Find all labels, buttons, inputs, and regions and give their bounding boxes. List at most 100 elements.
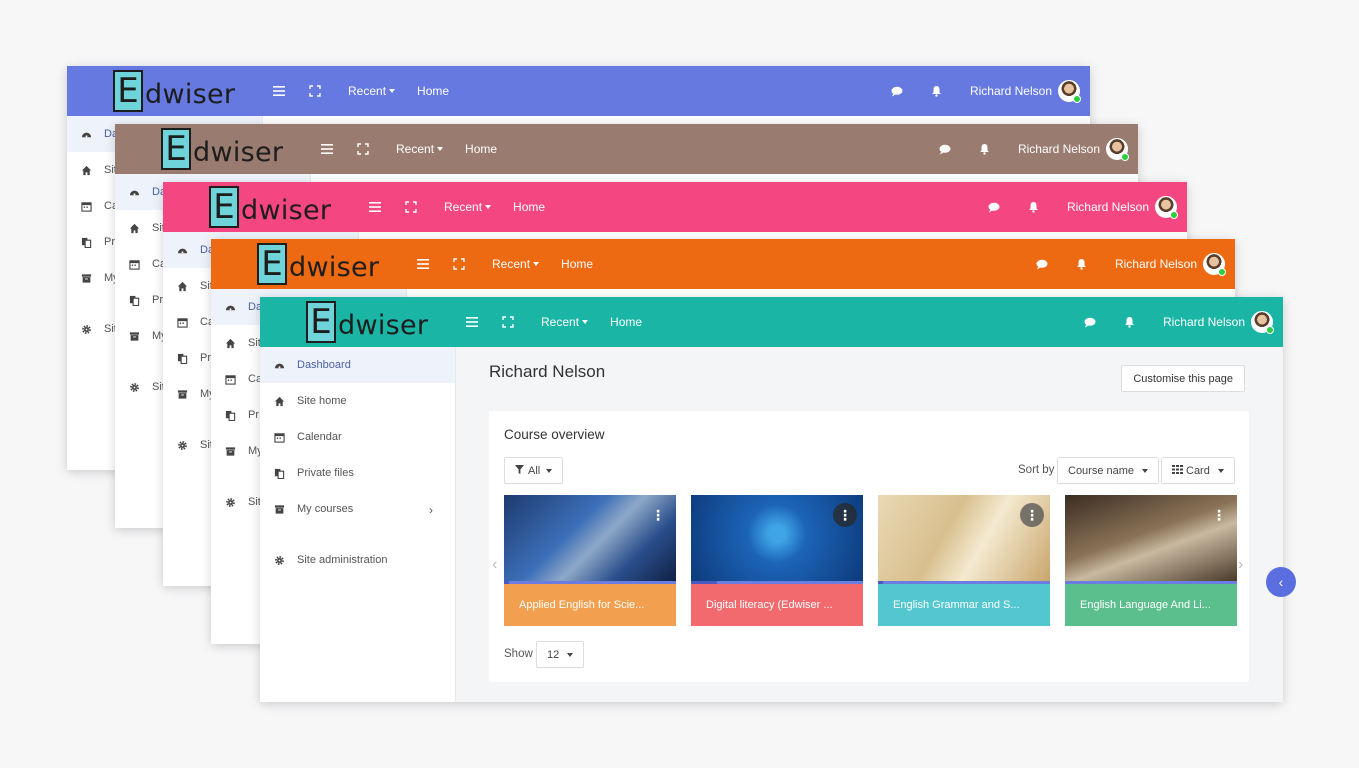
top-navbar: Edwiser Recent Home Richard Nelson [211,239,1235,289]
hamburger-icon[interactable] [272,84,286,98]
user-menu-name[interactable]: Richard Nelson [1115,257,1197,271]
more-options-icon[interactable]: ⋮ [646,503,670,527]
more-options-icon[interactable]: ⋮ [1207,503,1231,527]
avatar[interactable] [1106,138,1129,161]
hamburger-icon[interactable] [320,142,334,156]
sidebar-item-label: My courses [297,503,354,515]
edwiser-logo[interactable]: Edwiser [257,241,379,285]
logo-letter: E [257,243,287,285]
user-menu-name[interactable]: Richard Nelson [1067,200,1149,214]
notifications-bell-icon[interactable] [978,142,992,156]
carousel-prev-icon[interactable]: ‹ [492,556,497,574]
avatar[interactable] [1155,196,1178,219]
filter-dropdown[interactable]: All [504,457,564,484]
notifications-bell-icon[interactable] [930,84,944,98]
calendar-icon [128,258,140,270]
avatar[interactable] [1251,311,1274,334]
home-link[interactable]: Home [513,200,545,214]
dashboard-icon [128,186,140,198]
gear-icon [224,496,236,508]
view-dropdown[interactable]: Card [1161,457,1235,484]
fullscreen-icon[interactable] [356,142,370,156]
filter-value: All [528,464,541,477]
messages-icon[interactable] [987,200,1001,214]
theme-preview-window: Edwiser Recent Home Richard Nelson Dashboard… [260,297,1283,702]
home-link[interactable]: Home [610,315,642,329]
gear-icon [273,554,285,566]
course-card[interactable]: ⋮ English Language And Li... [1065,495,1237,626]
logo-text: dwiser [145,79,236,110]
carousel-next-icon[interactable]: › [1238,556,1243,574]
sort-value: Course name [1068,464,1135,477]
user-menu-name[interactable]: Richard Nelson [970,84,1052,98]
sidebar-item-label: Pr [104,236,115,248]
course-card[interactable]: ⋮ English Grammar and S... [878,495,1050,626]
user-menu-name[interactable]: Richard Nelson [1163,315,1245,329]
hamburger-icon[interactable] [368,200,382,214]
messages-icon[interactable] [1083,315,1097,329]
sidebar-item-private-files[interactable]: Private files [260,455,455,491]
avatar[interactable] [1058,80,1081,103]
notifications-bell-icon[interactable] [1075,257,1089,271]
recent-dropdown[interactable]: Recent [444,200,492,214]
notifications-bell-icon[interactable] [1123,315,1137,329]
sidebar-item-label: Sit [248,496,261,508]
course-card[interactable]: ⋮ Digital literacy (Edwiser ... [691,495,863,626]
edwiser-logo[interactable]: Edwiser [113,68,235,112]
home-link[interactable]: Home [417,84,449,98]
sort-dropdown[interactable]: Course name [1057,457,1160,484]
fullscreen-icon[interactable] [404,200,418,214]
messages-icon[interactable] [890,84,904,98]
page-size-dropdown[interactable]: 12 [536,641,585,668]
recent-dropdown[interactable]: Recent [492,257,540,271]
logo-letter: E [306,301,336,343]
files-icon [224,409,236,421]
course-title: English Grammar and S... [878,584,1050,626]
online-status-dot [1121,153,1129,161]
recent-dropdown[interactable]: Recent [541,315,589,329]
edwiser-logo[interactable]: Edwiser [209,184,331,228]
recent-dropdown[interactable]: Recent [396,142,444,156]
dashboard-icon [273,359,285,371]
home-link[interactable]: Home [561,257,593,271]
sort-by-label: Sort by [1018,464,1055,476]
customise-page-button[interactable]: Customise this page [1121,365,1245,392]
panel-title: Course overview [504,427,605,442]
notifications-bell-icon[interactable] [1027,200,1041,214]
fullscreen-icon[interactable] [308,84,322,98]
sidebar-item-label: Sit [248,337,261,349]
top-navbar: Edwiser Recent Home Richard Nelson [260,297,1283,347]
recent-label: Recent [541,315,580,329]
messages-icon[interactable] [1035,257,1049,271]
edwiser-logo[interactable]: Edwiser [306,299,428,343]
sidebar-item-label: Private files [297,467,354,479]
archive-icon [128,330,140,342]
fullscreen-icon[interactable] [501,315,515,329]
avatar[interactable] [1203,253,1226,276]
calendar-icon [273,431,285,443]
sidebar-item-site-home[interactable]: Site home [260,383,455,419]
home-icon [128,222,140,234]
logo-text: dwiser [289,252,380,283]
messages-icon[interactable] [938,142,952,156]
sidebar-item-my-courses[interactable]: My courses › [260,491,455,527]
user-menu-name[interactable]: Richard Nelson [1018,142,1100,156]
more-options-icon[interactable]: ⋮ [1020,503,1044,527]
files-icon [273,467,285,479]
show-label: Show [504,648,533,660]
recent-dropdown[interactable]: Recent [348,84,396,98]
edwiser-logo[interactable]: Edwiser [161,126,283,170]
hamburger-icon[interactable] [416,257,430,271]
drawer-toggle-chevron-left-icon[interactable]: ‹ [1266,567,1296,597]
caret-down-icon [1142,468,1149,473]
sidebar-item-dashboard[interactable]: Dashboard [260,347,455,383]
sidebar-item-site-administration[interactable]: Site administration [260,542,455,578]
hamburger-icon[interactable] [465,315,479,329]
fullscreen-icon[interactable] [452,257,466,271]
logo-text: dwiser [193,137,284,168]
course-card[interactable]: ⋮ Applied English for Scie... [504,495,676,626]
more-options-icon[interactable]: ⋮ [833,503,857,527]
course-image: ⋮ [691,495,863,581]
home-link[interactable]: Home [465,142,497,156]
sidebar-item-calendar[interactable]: Calendar [260,419,455,455]
